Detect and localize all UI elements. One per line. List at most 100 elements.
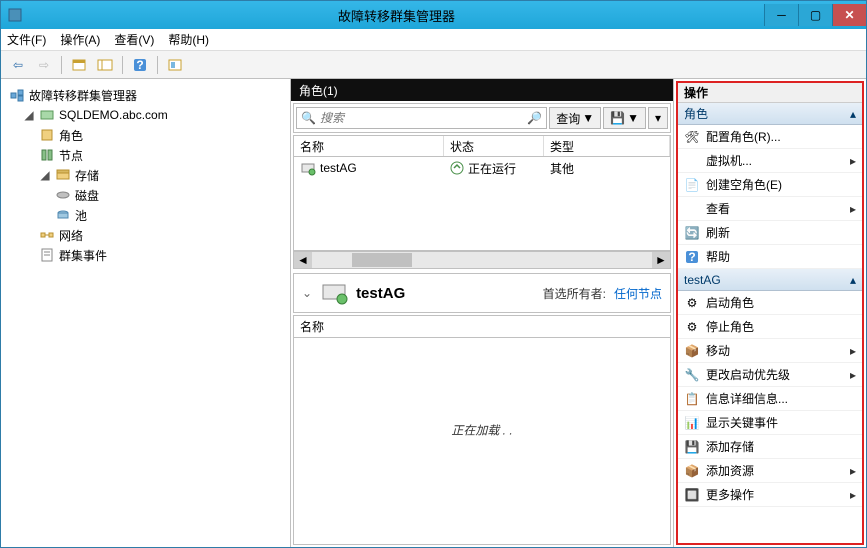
collapse-icon[interactable]: ⌄ (302, 286, 312, 300)
content-header: 角色(1) (291, 79, 673, 101)
tree-storage[interactable]: ◢ 存储 (5, 165, 286, 185)
minimize-button[interactable]: ─ (764, 4, 798, 26)
help-icon: ? (684, 249, 700, 265)
vm-icon (684, 153, 700, 169)
configure-icon: 🛠 (684, 129, 700, 145)
action-refresh[interactable]: 🔄刷新 (678, 221, 862, 245)
detail-col-name[interactable]: 名称 (294, 316, 670, 338)
search-box[interactable]: 🔍 🔎 (296, 107, 547, 129)
tree-networks-label: 网络 (59, 227, 83, 244)
start-icon: ⚙ (684, 295, 700, 311)
tree-pools[interactable]: 池 (5, 205, 286, 225)
action-info-details[interactable]: 📋信息详细信息... (678, 387, 862, 411)
tree-disks[interactable]: 磁盘 (5, 185, 286, 205)
forward-button[interactable]: ⇨ (33, 54, 55, 76)
maximize-button[interactable]: ▢ (798, 4, 832, 26)
menu-file[interactable]: 文件(F) (7, 31, 46, 48)
role-detail-icon (320, 279, 348, 307)
actions-pane: 操作 角色▴ 🛠配置角色(R)... 虚拟机...▸ 📄创建空角色(E) 查看▸… (674, 79, 866, 547)
col-name[interactable]: 名称 (294, 136, 444, 156)
tree-root[interactable]: 故障转移群集管理器 (5, 85, 286, 105)
scroll-left-icon[interactable]: ◄ (294, 252, 312, 268)
menu-help[interactable]: 帮助(H) (168, 31, 209, 48)
tree-roles-label: 角色 (59, 127, 83, 144)
chevron-right-icon: ▸ (850, 368, 856, 382)
action-help[interactable]: ?帮助 (678, 245, 862, 269)
col-type[interactable]: 类型 (544, 136, 670, 156)
search-clear-icon[interactable]: 🔎 (527, 111, 542, 125)
search-icon: 🔍 (301, 111, 316, 125)
chevron-up-icon: ▴ (850, 273, 856, 287)
window-title: 故障转移群集管理器 (29, 6, 764, 25)
action-view[interactable]: 查看▸ (678, 197, 862, 221)
back-button[interactable]: ⇦ (7, 54, 29, 76)
pref-owner-link[interactable]: 任何节点 (614, 285, 662, 302)
chevron-up-icon: ▴ (850, 107, 856, 121)
tree-events[interactable]: 群集事件 (5, 245, 286, 265)
dropdown-button[interactable]: ▾ (648, 107, 668, 129)
detail-name: testAG (356, 285, 535, 302)
svg-text:?: ? (688, 250, 695, 264)
tree-roles[interactable]: 角色 (5, 125, 286, 145)
toolbar-icon-2[interactable] (94, 54, 116, 76)
tree-pane: 故障转移群集管理器 ◢ SQLDEMO.abc.com 角色 节点 ◢ 存储 (1, 79, 291, 547)
expand-toggle[interactable]: ◢ (23, 108, 35, 122)
action-change-priority[interactable]: 🔧更改启动优先级▸ (678, 363, 862, 387)
disk-icon (55, 187, 71, 203)
search-row: 🔍 🔎 查询▼ 💾▼ ▾ (293, 103, 671, 133)
action-move[interactable]: 📦移动▸ (678, 339, 862, 363)
tree-storage-label: 存储 (75, 167, 99, 184)
chevron-right-icon: ▸ (850, 154, 856, 168)
save-button[interactable]: 💾▼ (603, 107, 646, 129)
actions-group-roles[interactable]: 角色▴ (678, 103, 862, 125)
move-icon: 📦 (684, 343, 700, 359)
action-more[interactable]: 🔲更多操作▸ (678, 483, 862, 507)
events-icon: 📊 (684, 415, 700, 431)
tree-pools-label: 池 (75, 207, 87, 224)
row-type: 其他 (550, 160, 574, 177)
close-button[interactable]: ✕ (832, 4, 866, 26)
grid-body: testAG 正在运行 其他 (293, 157, 671, 251)
chevron-right-icon: ▸ (850, 488, 856, 502)
tree-cluster[interactable]: ◢ SQLDEMO.abc.com (5, 105, 286, 125)
scroll-right-icon[interactable]: ► (652, 252, 670, 268)
pool-icon (55, 207, 71, 223)
chevron-right-icon: ▸ (850, 202, 856, 216)
action-create-empty-role[interactable]: 📄创建空角色(E) (678, 173, 862, 197)
action-start-role[interactable]: ⚙启动角色 (678, 291, 862, 315)
tree-cluster-label: SQLDEMO.abc.com (59, 108, 168, 122)
pref-owner-label: 首选所有者: (543, 285, 606, 302)
table-row[interactable]: testAG 正在运行 其他 (294, 157, 670, 179)
add-storage-icon: 💾 (684, 439, 700, 455)
cluster-icon (39, 107, 55, 123)
refresh-icon: 🔄 (684, 225, 700, 241)
roles-icon (39, 127, 55, 143)
search-input[interactable] (320, 111, 527, 125)
action-configure-role[interactable]: 🛠配置角色(R)... (678, 125, 862, 149)
network-icon (39, 227, 55, 243)
action-stop-role[interactable]: ⚙停止角色 (678, 315, 862, 339)
tree-networks[interactable]: 网络 (5, 225, 286, 245)
tree-root-label: 故障转移群集管理器 (29, 87, 137, 104)
menu-action[interactable]: 操作(A) (60, 31, 100, 48)
info-icon: 📋 (684, 391, 700, 407)
action-add-storage[interactable]: 💾添加存储 (678, 435, 862, 459)
tree-nodes[interactable]: 节点 (5, 145, 286, 165)
query-button[interactable]: 查询▼ (549, 107, 601, 129)
toolbar-icon-1[interactable] (68, 54, 90, 76)
menubar: 文件(F) 操作(A) 查看(V) 帮助(H) (1, 29, 866, 51)
menu-view[interactable]: 查看(V) (114, 31, 154, 48)
expand-toggle[interactable]: ◢ (39, 168, 51, 182)
horizontal-scrollbar[interactable]: ◄ ► (293, 251, 671, 269)
storage-icon (55, 167, 71, 183)
col-status[interactable]: 状态 (444, 136, 544, 156)
toolbar-icon-3[interactable] (164, 54, 186, 76)
action-virtual-machine[interactable]: 虚拟机...▸ (678, 149, 862, 173)
scroll-thumb[interactable] (352, 253, 412, 267)
actions-group-selected[interactable]: testAG▴ (678, 269, 862, 291)
action-show-critical-events[interactable]: 📊显示关键事件 (678, 411, 862, 435)
action-add-resource[interactable]: 📦添加资源▸ (678, 459, 862, 483)
actions-title: 操作 (678, 83, 862, 103)
help-icon[interactable]: ? (129, 54, 151, 76)
chevron-right-icon: ▸ (850, 464, 856, 478)
